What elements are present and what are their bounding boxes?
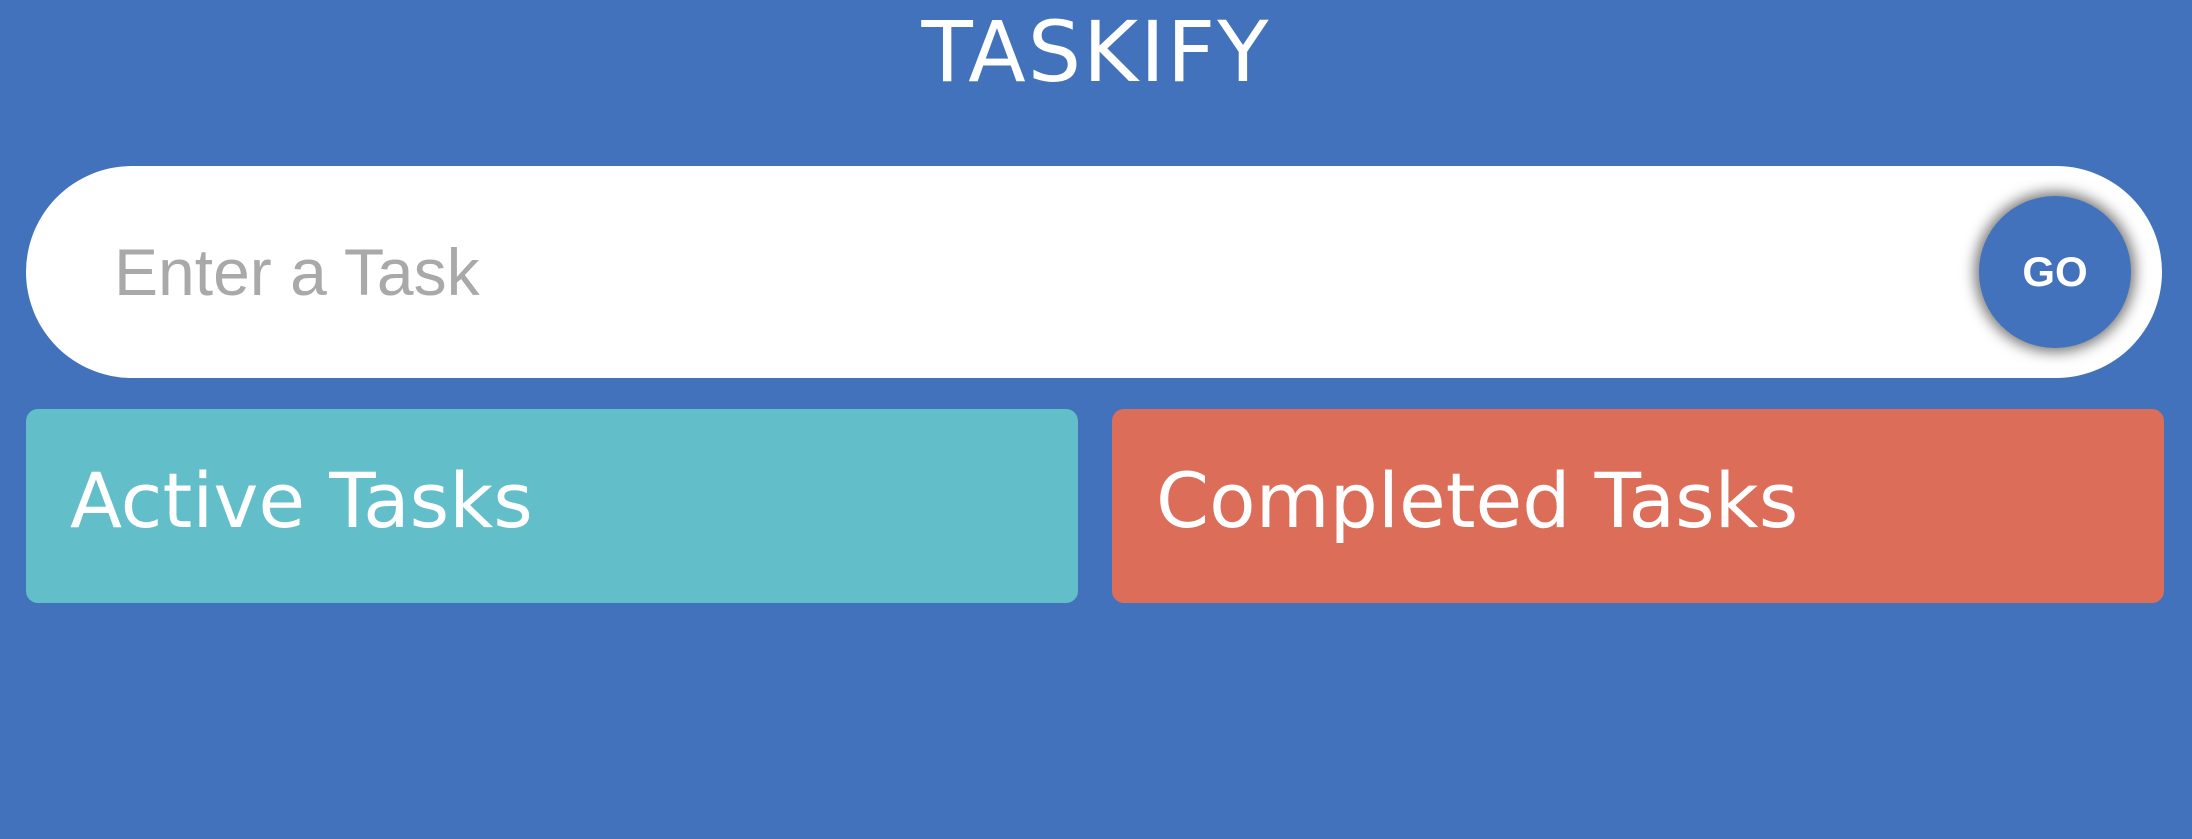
- app-title: TASKIFY: [921, 3, 1271, 101]
- task-form: GO: [26, 166, 2162, 378]
- completed-tasks-heading: Completed Tasks: [1156, 456, 1799, 545]
- active-tasks-panel: Active Tasks: [26, 409, 1078, 603]
- go-button[interactable]: GO: [1979, 196, 2131, 348]
- task-input[interactable]: [114, 166, 1964, 378]
- active-tasks-heading: Active Tasks: [70, 456, 533, 545]
- completed-tasks-panel: Completed Tasks: [1112, 409, 2164, 603]
